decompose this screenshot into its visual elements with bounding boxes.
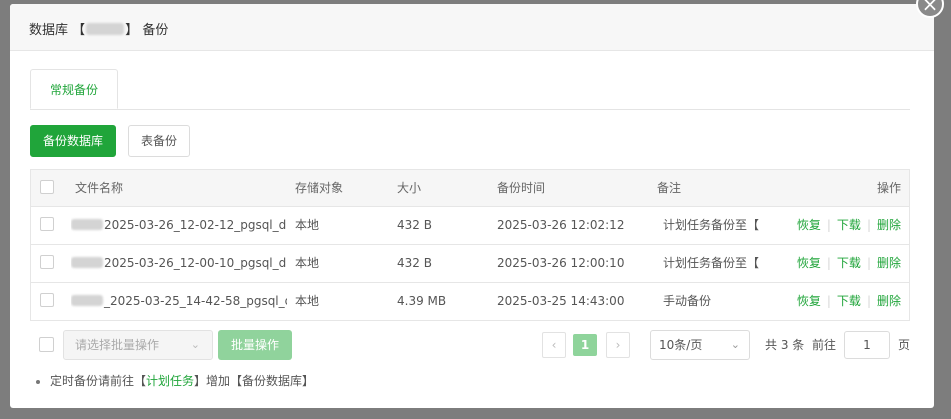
column-storage: 存储对象 (295, 181, 344, 195)
title-suffix: 备份 (142, 23, 169, 38)
redacted-database-name (86, 23, 125, 35)
bullet-dot (36, 379, 40, 384)
batch-operation-button[interactable]: 批量操作 (218, 330, 292, 360)
table-row: 2025-03-26_12-02-12_pgsql_da 本地 432 B 20… (31, 207, 909, 245)
delete-link[interactable]: 删除 (877, 294, 901, 308)
scheduled-task-link[interactable]: 计划任务 (146, 374, 194, 388)
tab-bar: 常规备份 (30, 69, 910, 110)
filename-cell: 2025-03-26_12-00-10_pgsql_da (71, 245, 287, 281)
dialog-header: 数据库 【 】 备份 (10, 4, 934, 51)
time-cell: 2025-03-26 12:00:10 (497, 256, 625, 270)
redacted-prefix (71, 295, 103, 306)
chevron-down-icon: ⌄ (730, 338, 740, 351)
backup-table: 文件名称 存储对象 大小 备份时间 备注 操作 2025-03-26_12-02… (30, 169, 910, 321)
storage-cell: 本地 (295, 294, 320, 308)
row-actions: 恢复 | 下载 | 删除 (797, 283, 901, 319)
note-cell: 计划任务备份至【: (663, 256, 759, 270)
page-size-select[interactable]: 10条/页 ⌄ (650, 330, 750, 360)
chevron-right-icon: › (615, 338, 621, 352)
title-bracket-open: 【 (72, 23, 86, 38)
download-link[interactable]: 下载 (837, 256, 861, 270)
delete-link[interactable]: 删除 (877, 256, 901, 270)
row-checkbox[interactable] (40, 217, 54, 231)
page-size-value: 10条/页 (659, 338, 703, 352)
note-cell: 手动备份 (663, 294, 712, 308)
table-row: 2025-03-26_12-00-10_pgsql_da 本地 432 B 20… (31, 245, 909, 283)
filename-text: 2025-03-26_12-00-10_pgsql_da (104, 256, 287, 270)
column-backup-time: 备份时间 (497, 181, 546, 195)
download-link[interactable]: 下载 (837, 294, 861, 308)
row-actions: 恢复 | 下载 | 删除 (797, 207, 901, 243)
divider: | (866, 294, 871, 308)
divider: | (866, 218, 871, 232)
goto-page-input[interactable]: 1 (844, 331, 890, 359)
batch-select-placeholder: 请选择批量操作 (75, 338, 160, 352)
download-link[interactable]: 下载 (837, 218, 861, 232)
chevron-left-icon: ‹ (551, 338, 557, 352)
storage-cell: 本地 (295, 256, 320, 270)
title-bracket-close: 】 (125, 23, 139, 38)
restore-link[interactable]: 恢复 (797, 218, 821, 232)
total-count: 共 3 条 (765, 338, 805, 352)
page-1-button[interactable]: 1 (573, 334, 597, 356)
column-size: 大小 (397, 181, 422, 195)
restore-link[interactable]: 恢复 (797, 256, 821, 270)
dialog-title: 数据库 【 】 备份 (29, 19, 168, 38)
batch-select-checkbox[interactable] (39, 337, 54, 352)
size-cell: 432 B (397, 218, 432, 232)
chevron-down-icon: ⌄ (190, 338, 200, 351)
page-unit: 页 (898, 338, 911, 352)
size-cell: 4.39 MB (397, 294, 447, 308)
tip-suffix: 】增加【备份数据库】 (194, 374, 315, 388)
column-actions: 操作 (876, 181, 901, 195)
row-checkbox[interactable] (40, 255, 54, 269)
column-filename: 文件名称 (75, 181, 124, 195)
time-cell: 2025-03-26 12:02:12 (497, 218, 625, 232)
size-cell: 432 B (397, 256, 432, 270)
restore-link[interactable]: 恢复 (797, 294, 821, 308)
filename-cell: 2025-03-26_12-02-12_pgsql_da (71, 207, 287, 243)
schedule-tip: 定时备份请前往【计划任务】增加【备份数据库】 (36, 372, 314, 389)
delete-link[interactable]: 删除 (877, 218, 901, 232)
tab-regular-backup[interactable]: 常规备份 (30, 69, 118, 109)
divider: | (866, 256, 871, 270)
column-note: 备注 (657, 181, 682, 195)
row-actions: 恢复 | 下载 | 删除 (797, 245, 901, 281)
storage-cell: 本地 (295, 218, 320, 232)
divider: | (826, 256, 831, 270)
title-prefix: 数据库 (29, 23, 69, 38)
table-header: 文件名称 存储对象 大小 备份时间 备注 操作 (31, 170, 909, 207)
filename-text: _2025-03-25_14-42-58_pgsql_da (104, 294, 287, 308)
batch-operation-select[interactable]: 请选择批量操作 ⌄ (63, 330, 213, 360)
redacted-prefix (71, 219, 103, 230)
divider: | (826, 294, 831, 308)
note-cell: 计划任务备份至【: (663, 218, 759, 232)
next-page-button[interactable]: › (606, 332, 630, 358)
table-backup-button[interactable]: 表备份 (128, 125, 190, 157)
filename-cell: _2025-03-25_14-42-58_pgsql_da (71, 283, 287, 319)
backup-database-button[interactable]: 备份数据库 (30, 125, 116, 157)
backup-dialog: 数据库 【 】 备份 常规备份 备份数据库 表备份 文件名称 存储对象 大小 备份… (10, 4, 934, 408)
redacted-prefix (71, 257, 103, 268)
filename-text: 2025-03-26_12-02-12_pgsql_da (104, 218, 287, 232)
prev-page-button[interactable]: ‹ (542, 332, 566, 358)
row-checkbox[interactable] (40, 293, 54, 307)
divider: | (826, 218, 831, 232)
goto-label: 前往 (812, 338, 837, 352)
time-cell: 2025-03-25 14:43:00 (497, 294, 625, 308)
tip-prefix: 定时备份请前往【 (50, 374, 147, 388)
select-all-checkbox[interactable] (40, 180, 54, 194)
table-row: _2025-03-25_14-42-58_pgsql_da 本地 4.39 MB… (31, 283, 909, 320)
